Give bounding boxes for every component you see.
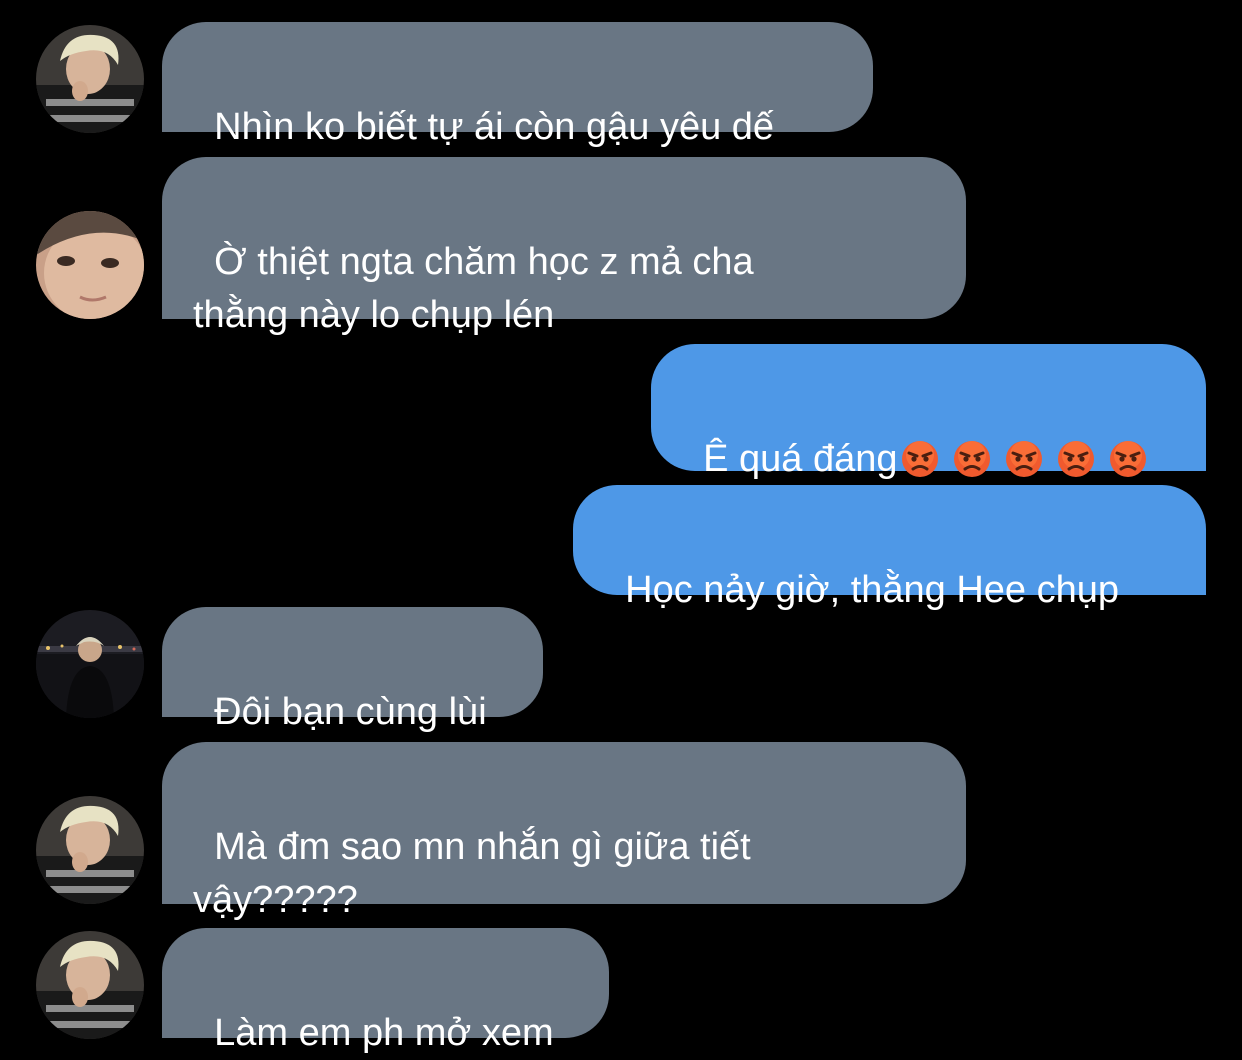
angry-face-icon xyxy=(901,441,938,477)
message-bubble[interactable]: Đôi bạn cùng lùi xyxy=(162,607,543,733)
message-bubble[interactable]: Nhìn ko biết tự ái còn gậu yêu dế xyxy=(162,22,873,148)
message-bubble[interactable]: Mà đm sao mn nhắn gì giữa tiết vậy????? xyxy=(162,742,966,921)
message-bubble[interactable]: Ờ thiệt ngta chăm học z mả cha thằng này… xyxy=(162,157,966,336)
angry-face-icon xyxy=(1005,441,1042,477)
blond-boy-avatar[interactable] xyxy=(36,796,144,904)
message-text: Nhìn ko biết tự ái còn gậu yêu dế xyxy=(214,106,775,148)
night-city-avatar[interactable] xyxy=(36,610,144,718)
message-text: Ê quá đáng xyxy=(703,438,898,480)
message-bubble[interactable]: Làm em ph mở xem xyxy=(162,928,609,1054)
angry-face-icon xyxy=(1057,441,1094,477)
closeup-face-avatar[interactable] xyxy=(36,211,144,319)
blond-boy-avatar[interactable] xyxy=(36,25,144,133)
message-text: Học nảy giờ, thằng Hee chụp xyxy=(625,569,1120,611)
message-text: Ờ thiệt ngta chăm học z mả cha thằng này… xyxy=(193,241,754,336)
message-text: Đôi bạn cùng lùi xyxy=(214,691,487,733)
message-text: Làm em ph mở xem xyxy=(214,1012,554,1054)
blond-boy-avatar[interactable] xyxy=(36,931,144,1039)
angry-face-icon xyxy=(953,441,990,477)
message-bubble[interactable]: Học nảy giờ, thằng Hee chụp xyxy=(573,485,1206,611)
message-text: Mà đm sao mn nhắn gì giữa tiết vậy????? xyxy=(193,826,751,921)
message-bubble[interactable]: Ê quá đáng xyxy=(651,344,1206,480)
angry-face-icon xyxy=(1109,441,1146,477)
